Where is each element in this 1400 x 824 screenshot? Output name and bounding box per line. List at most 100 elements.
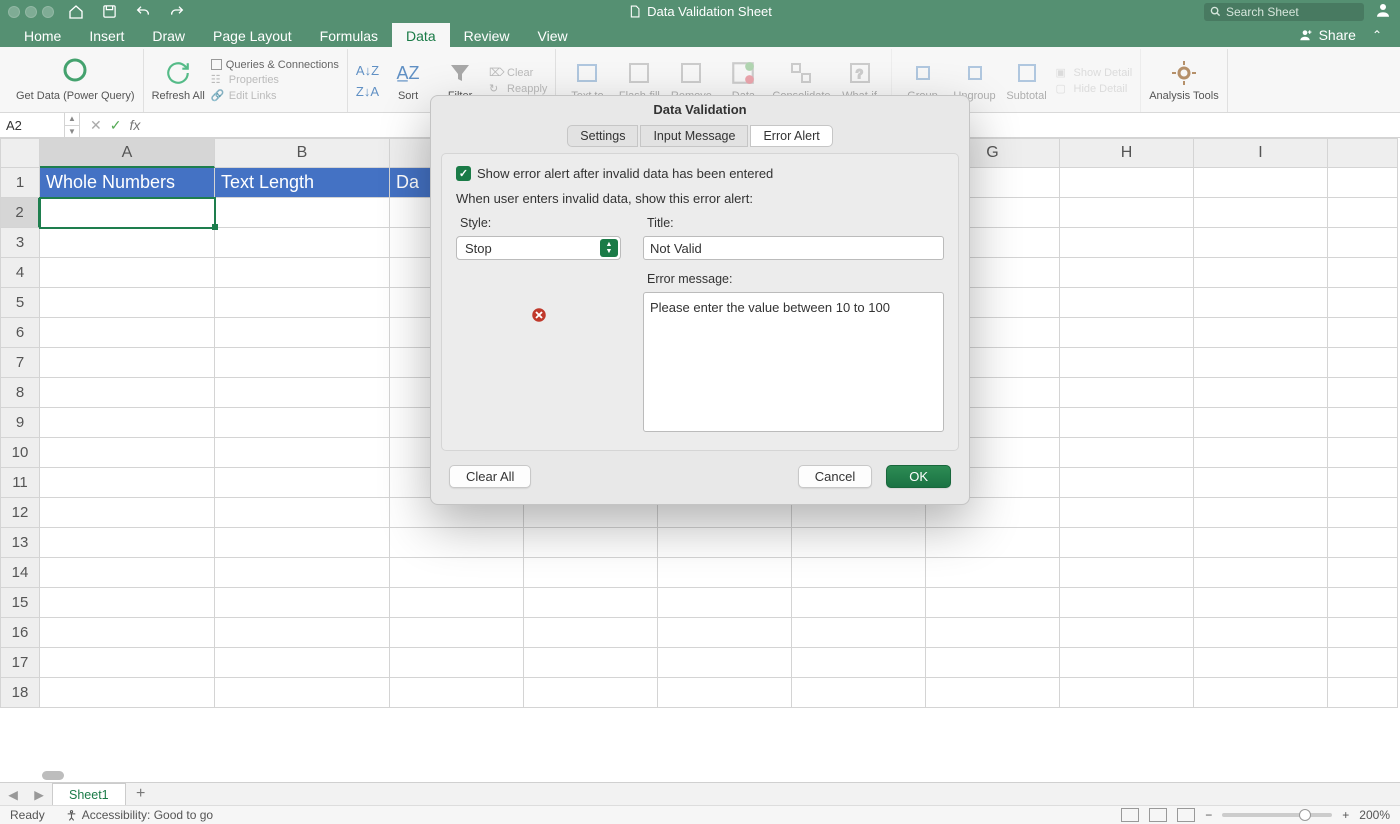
cell[interactable] [524, 678, 658, 708]
cell[interactable] [1194, 378, 1328, 408]
cell[interactable] [1194, 678, 1328, 708]
zoom-level[interactable]: 200% [1359, 808, 1390, 822]
cell[interactable] [40, 198, 215, 228]
cell[interactable] [40, 318, 215, 348]
row-header[interactable]: 10 [0, 438, 40, 468]
cell[interactable] [40, 678, 215, 708]
cell[interactable] [1194, 438, 1328, 468]
cell[interactable] [215, 288, 390, 318]
cell[interactable] [524, 618, 658, 648]
ribbon-tab-review[interactable]: Review [450, 23, 524, 47]
cell[interactable] [40, 348, 215, 378]
save-icon[interactable] [102, 4, 117, 19]
cell[interactable] [926, 678, 1060, 708]
cell[interactable] [215, 498, 390, 528]
cell[interactable] [1328, 468, 1398, 498]
cell[interactable] [1194, 498, 1328, 528]
cell[interactable] [1060, 408, 1194, 438]
row-header[interactable]: 9 [0, 408, 40, 438]
view-page-layout-icon[interactable] [1149, 808, 1167, 822]
cell[interactable] [1060, 348, 1194, 378]
sheet-nav-next-icon[interactable]: ▶ [26, 787, 52, 802]
cell[interactable] [1060, 258, 1194, 288]
cell[interactable] [1194, 618, 1328, 648]
row-header[interactable]: 2 [0, 198, 40, 228]
row-header[interactable]: 4 [0, 258, 40, 288]
cell[interactable] [1060, 558, 1194, 588]
clear-all-button[interactable]: Clear All [449, 465, 531, 488]
cell[interactable] [792, 588, 926, 618]
cell[interactable] [40, 258, 215, 288]
accept-formula-icon[interactable]: ✓ [110, 117, 122, 134]
zoom-out-button[interactable]: − [1205, 808, 1212, 822]
undo-icon[interactable] [135, 4, 151, 20]
cell[interactable] [1328, 678, 1398, 708]
cell[interactable] [40, 558, 215, 588]
cell[interactable] [1060, 288, 1194, 318]
cell[interactable] [658, 588, 792, 618]
row-header[interactable]: 12 [0, 498, 40, 528]
share-label[interactable]: Share [1319, 27, 1356, 43]
cell[interactable] [1328, 168, 1398, 198]
row-header[interactable]: 6 [0, 318, 40, 348]
cell[interactable] [1328, 618, 1398, 648]
cell[interactable] [1194, 348, 1328, 378]
cell[interactable] [658, 678, 792, 708]
cell[interactable] [792, 678, 926, 708]
cell[interactable] [1328, 558, 1398, 588]
cell[interactable] [390, 648, 524, 678]
sort-button[interactable]: A̲Z Sort [385, 58, 431, 102]
cell[interactable] [1328, 198, 1398, 228]
cell[interactable] [40, 228, 215, 258]
cell[interactable] [40, 588, 215, 618]
cell[interactable] [1060, 648, 1194, 678]
traffic-light-zoom[interactable] [42, 6, 54, 18]
get-data-button[interactable]: Get Data (Power Query) [16, 58, 135, 102]
horizontal-scrollbar-thumb[interactable] [42, 771, 64, 780]
cell[interactable] [1328, 318, 1398, 348]
cell[interactable] [792, 528, 926, 558]
row-header[interactable]: 16 [0, 618, 40, 648]
cell[interactable] [40, 288, 215, 318]
row-header[interactable]: 15 [0, 588, 40, 618]
column-header[interactable]: B [215, 138, 390, 168]
cell[interactable] [1194, 288, 1328, 318]
refresh-all-button[interactable]: Refresh All [152, 58, 205, 102]
row-header[interactable]: 18 [0, 678, 40, 708]
row-header[interactable]: 13 [0, 528, 40, 558]
select-all-corner[interactable] [0, 138, 40, 168]
dialog-tab-settings[interactable]: Settings [567, 125, 638, 147]
cell[interactable] [215, 198, 390, 228]
cell[interactable] [1060, 618, 1194, 648]
cell[interactable] [1328, 498, 1398, 528]
cell[interactable] [1328, 228, 1398, 258]
row-header[interactable]: 3 [0, 228, 40, 258]
cell[interactable] [524, 648, 658, 678]
cell[interactable] [792, 618, 926, 648]
ribbon-tab-formulas[interactable]: Formulas [306, 23, 392, 47]
sort-asc-icon[interactable]: A↓Z [356, 63, 379, 78]
cell[interactable] [390, 588, 524, 618]
cell[interactable] [40, 648, 215, 678]
cell[interactable] [215, 588, 390, 618]
cell[interactable] [1328, 648, 1398, 678]
cell[interactable] [1060, 528, 1194, 558]
cell[interactable] [1194, 258, 1328, 288]
cell[interactable] [658, 648, 792, 678]
cell[interactable] [658, 528, 792, 558]
sort-desc-icon[interactable]: Z↓A [356, 84, 379, 99]
cell[interactable]: Whole Numbers [40, 168, 215, 198]
cell[interactable] [926, 528, 1060, 558]
search-sheet-input[interactable]: Search Sheet [1204, 3, 1364, 21]
cell[interactable] [1194, 318, 1328, 348]
cell[interactable] [792, 648, 926, 678]
window-controls[interactable] [8, 6, 54, 18]
accessibility-status[interactable]: Accessibility: Good to go [65, 808, 213, 822]
cell[interactable] [390, 678, 524, 708]
cell[interactable] [1194, 168, 1328, 198]
cell[interactable] [524, 528, 658, 558]
cell[interactable] [926, 648, 1060, 678]
row-header[interactable]: 11 [0, 468, 40, 498]
cell[interactable] [926, 618, 1060, 648]
traffic-light-minimize[interactable] [25, 6, 37, 18]
